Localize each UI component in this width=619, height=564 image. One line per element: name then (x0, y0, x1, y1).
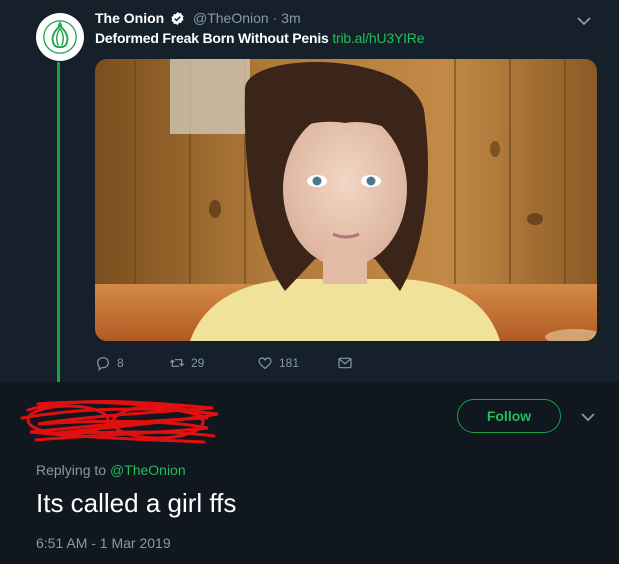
replying-handle[interactable]: @TheOnion (110, 462, 186, 478)
tweet-actions: 8 29 181 (95, 355, 375, 375)
thread-connector-line (57, 62, 60, 388)
chevron-down-icon[interactable] (579, 408, 597, 426)
reply-timestamp[interactable]: 6:51 AM - 1 Mar 2019 (36, 535, 171, 551)
avatar[interactable] (36, 13, 84, 61)
retweet-action[interactable]: 29 (169, 355, 204, 371)
like-count: 181 (279, 356, 300, 370)
tweet-photo[interactable] (95, 59, 597, 341)
original-tweet[interactable]: The Onion @TheOnion · 3m Deformed Freak … (0, 0, 619, 388)
replying-prefix: Replying to (36, 462, 107, 478)
retweet-count: 29 (191, 356, 205, 370)
message-action[interactable] (337, 355, 353, 371)
redaction-scribble (20, 400, 219, 444)
reply-icon (97, 357, 109, 371)
author-handle[interactable]: @TheOnion (193, 10, 269, 26)
reply-text: Its called a girl ffs (36, 488, 237, 518)
replying-to: Replying to @TheOnion (36, 462, 186, 478)
tweet-text: Deformed Freak Born Without Penis trib.a… (95, 30, 424, 46)
verified-badge-icon (170, 11, 185, 29)
tweet-time[interactable]: 3m (281, 10, 300, 26)
author-name[interactable]: The Onion (95, 10, 164, 26)
reply-count: 8 (117, 356, 124, 370)
like-action[interactable]: 181 (257, 355, 299, 371)
follow-button[interactable]: Follow (457, 399, 561, 433)
portrait-photo (95, 59, 597, 341)
tweet-header: The Onion @TheOnion · 3m (95, 10, 301, 29)
retweet-icon (169, 359, 185, 367)
heart-icon (258, 357, 272, 370)
onion-logo-icon (43, 20, 77, 54)
reply-action[interactable]: 8 (95, 355, 124, 371)
separator-dot: · (272, 10, 278, 26)
chevron-down-icon[interactable] (575, 12, 593, 30)
tweet-link[interactable]: trib.al/hU3YIRe (332, 30, 424, 46)
tweet-headline: Deformed Freak Born Without Penis (95, 30, 329, 46)
envelope-icon (338, 357, 352, 369)
reply-tweet[interactable]: Follow Replying to @TheOnion Its called … (0, 382, 619, 564)
